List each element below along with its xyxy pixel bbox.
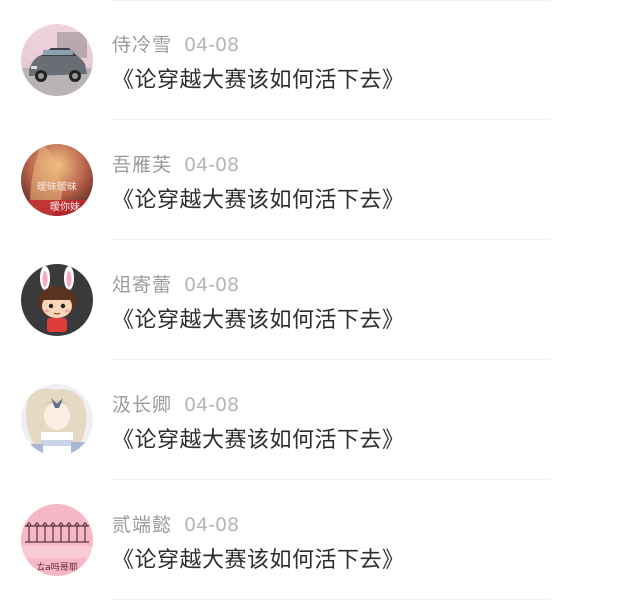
divider [112,599,550,600]
girl-text-avatar[interactable]: 暧昧暧昧 暧你妹 [21,144,93,216]
comment-date: 04-08 [184,274,240,296]
comment-text: 《论穿越大赛该如何活下去》 [112,188,405,213]
bunny-cartoon-avatar-image [21,264,93,336]
avatar-overlay-text-2: 暧你妹 [50,200,80,213]
comment-list: 侍冷雪 04-08 《论穿越大赛该如何活下去》 暧昧暧昧 暧你妹 吾雁芙 04-… [0,0,640,601]
pink-pattern-avatar[interactable]: ㄊa吗哥耶 [21,504,93,576]
comment-text: 《论穿越大赛该如何活下去》 [112,308,405,333]
comment-meta: 贰端懿 04-08 [112,510,239,538]
comment-date: 04-08 [184,154,240,176]
comment-item[interactable]: 暧昧暧昧 暧你妹 吾雁芙 04-08 《论穿越大赛该如何活下去》 [0,120,640,240]
anime-girl-avatar[interactable] [21,384,93,456]
girl-text-avatar-image: 暧昧暧昧 暧你妹 [21,144,93,216]
comment-meta: 俎寄蕾 04-08 [112,270,239,298]
car-avatar-image [21,24,93,96]
comment-date: 04-08 [184,514,240,536]
comment-date: 04-08 [184,394,240,416]
avatar-overlay-text: ㄊa吗哥耶 [36,561,78,573]
comment-text: 《论穿越大赛该如何活下去》 [112,548,405,573]
comment-item[interactable]: ㄊa吗哥耶 贰端懿 04-08 《论穿越大赛该如何活下去》 [0,480,640,600]
pink-pattern-avatar-image: ㄊa吗哥耶 [21,504,93,576]
comment-meta: 吾雁芙 04-08 [112,150,239,178]
car-avatar[interactable] [21,24,93,96]
comment-meta: 侍冷雪 04-08 [112,30,239,58]
anime-girl-avatar-image [21,384,93,456]
avatar-overlay-text-1: 暧昧暧昧 [37,180,77,193]
comment-item[interactable]: 汲长卿 04-08 《论穿越大赛该如何活下去》 [0,360,640,480]
user-name[interactable]: 俎寄蕾 [112,274,172,296]
comment-item[interactable]: 侍冷雪 04-08 《论穿越大赛该如何活下去》 [0,0,640,120]
user-name[interactable]: 贰端懿 [112,514,172,536]
comment-text: 《论穿越大赛该如何活下去》 [112,428,405,453]
comment-meta: 汲长卿 04-08 [112,390,239,418]
bunny-cartoon-avatar[interactable] [21,264,93,336]
user-name[interactable]: 汲长卿 [112,394,172,416]
comment-date: 04-08 [184,34,240,56]
user-name[interactable]: 吾雁芙 [112,154,172,176]
comment-item[interactable]: 俎寄蕾 04-08 《论穿越大赛该如何活下去》 [0,240,640,360]
comment-text: 《论穿越大赛该如何活下去》 [112,68,405,93]
user-name[interactable]: 侍冷雪 [112,34,172,56]
